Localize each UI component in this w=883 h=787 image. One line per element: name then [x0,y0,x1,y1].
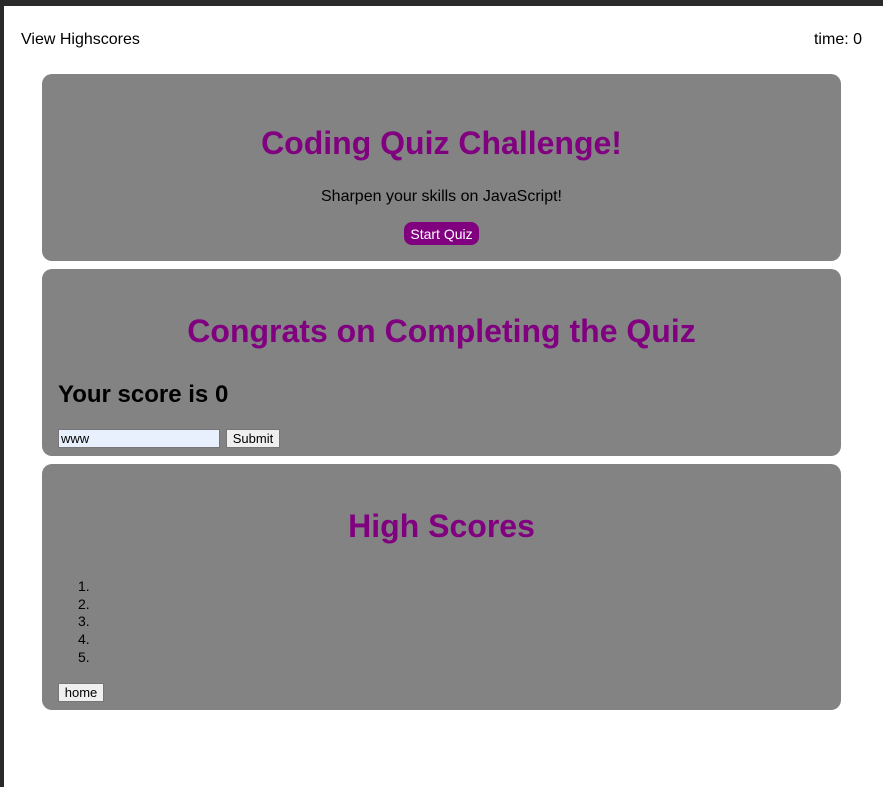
initials-input[interactable] [58,429,220,448]
final-score-text: Your score is 0 [58,381,229,408]
completion-title: Congrats on Completing the Quiz [187,313,696,349]
start-quiz-card: Coding Quiz Challenge! Sharpen your skil… [42,74,841,261]
home-button[interactable]: home [58,683,104,702]
timer-display: time: 0 [813,31,862,48]
submit-score-button[interactable]: Submit [226,429,280,448]
start-quiz-button[interactable]: Start Quiz [404,222,479,245]
high-score-item: 1. [78,578,90,594]
window-frame-left [0,0,4,787]
high-score-item: 5. [78,648,90,665]
high-scores-list: 1. 2. 3. 4. 5. [78,578,90,666]
quiz-subtitle: Sharpen your skills on JavaScript! [321,188,562,205]
quiz-complete-card: Congrats on Completing the Quiz Your sco… [42,269,841,456]
window-frame-top [0,0,883,6]
high-scores-card: High Scores 1. 2. 3. 4. 5. home [42,464,841,710]
high-score-item: 2. [78,595,90,612]
high-score-item: 4. [78,631,90,648]
view-highscores-link[interactable]: View Highscores [21,31,140,49]
high-scores-title: High Scores [348,508,535,544]
quiz-title: Coding Quiz Challenge! [261,125,622,161]
high-score-item: 3. [78,613,90,630]
